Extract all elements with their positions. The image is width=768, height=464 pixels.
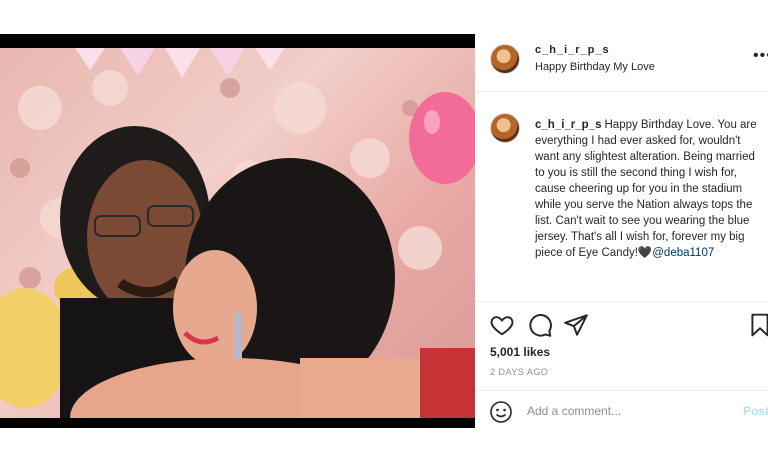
comment-input[interactable]	[527, 399, 727, 423]
post-photo-frame	[0, 34, 475, 428]
post-side-panel: c_h_i_r_p_s Happy Birthday My Love ••• c…	[475, 34, 768, 428]
avatar[interactable]	[490, 44, 520, 74]
header-caption: Happy Birthday My Love	[535, 61, 655, 73]
caption-block: c_h_i_r_p_s Happy Birthday Love. You are …	[475, 93, 768, 302]
emoji-icon[interactable]	[489, 400, 513, 424]
post-timestamp[interactable]: 2 DAYS AGO	[490, 367, 548, 377]
post-comment-button[interactable]: Post	[743, 404, 768, 418]
post-header: c_h_i_r_p_s Happy Birthday My Love •••	[475, 34, 768, 92]
more-horizontal-icon[interactable]: •••	[753, 48, 768, 64]
heart-icon[interactable]	[489, 312, 515, 338]
caption-username[interactable]: c_h_i_r_p_s	[535, 119, 602, 131]
caption-mention-link[interactable]: @deba1107	[652, 247, 714, 259]
header-username[interactable]: c_h_i_r_p_s	[535, 44, 610, 56]
comment-icon[interactable]	[527, 312, 553, 338]
post-actions	[475, 304, 768, 344]
couple-photo-illustration	[0, 48, 475, 418]
bookmark-icon[interactable]	[747, 312, 768, 338]
caption-text: c_h_i_r_p_s Happy Birthday Love. You are …	[535, 117, 760, 261]
comment-bar: Post	[475, 390, 768, 428]
caption-body: Happy Birthday Love. You are everything …	[535, 119, 757, 259]
likes-count[interactable]: 5,001 likes	[490, 345, 550, 359]
share-icon[interactable]	[563, 312, 589, 338]
post-photo[interactable]	[0, 48, 475, 418]
caption-avatar[interactable]	[490, 113, 520, 143]
